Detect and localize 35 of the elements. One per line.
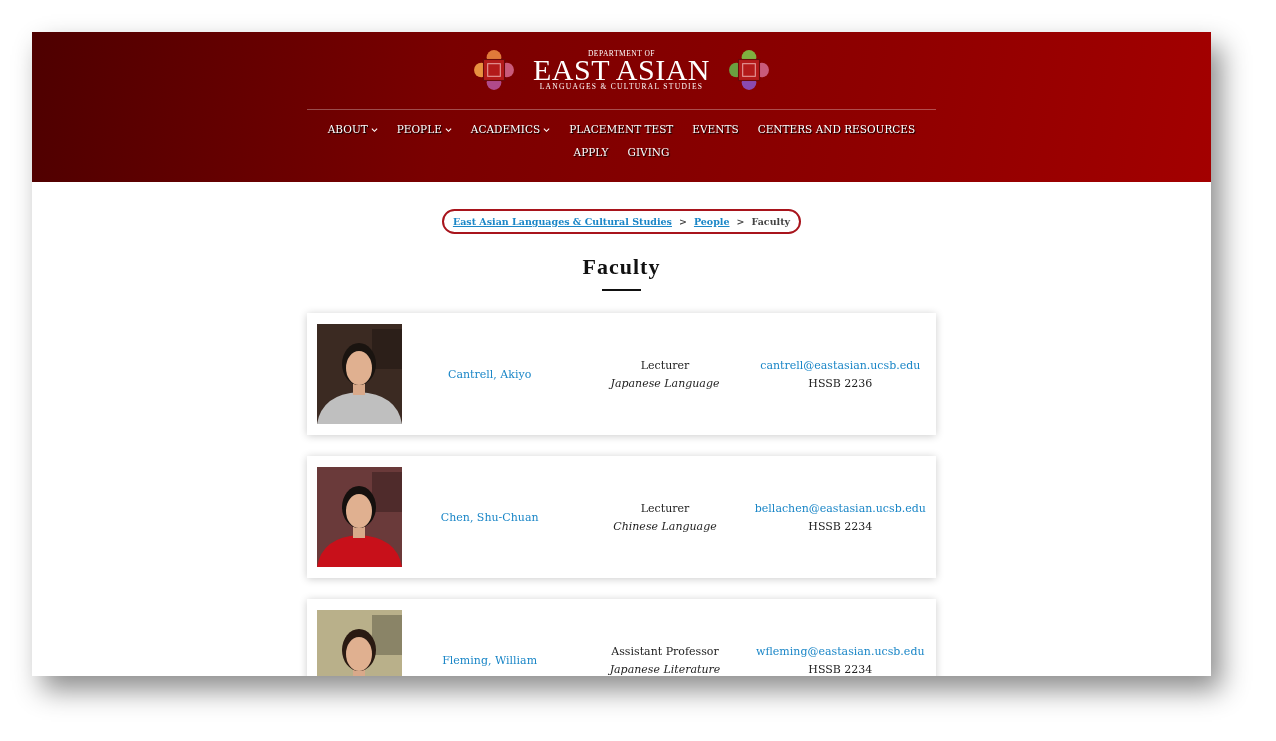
field-text: Japanese Language	[610, 376, 720, 390]
email-link[interactable]: cantrell@eastasian.ucsb.edu	[760, 358, 921, 372]
nav-link[interactable]: ABOUT	[327, 121, 378, 138]
email-link[interactable]: bellachen@eastasian.ucsb.edu	[754, 501, 926, 515]
breadcrumb-separator: >	[678, 216, 687, 227]
nav-link[interactable]: CENTERS AND RESOURCES	[757, 121, 916, 138]
chevron-down-icon	[444, 126, 452, 133]
page-title: Faculty	[582, 254, 661, 280]
nav-link[interactable]: APPLY	[573, 144, 609, 161]
emblem-icon	[473, 49, 515, 91]
office-text: HSSB 2234	[808, 519, 873, 533]
nav-link[interactable]: EVENTS	[692, 121, 739, 138]
office-text: HSSB 2234	[808, 662, 873, 676]
chevron-down-icon	[370, 126, 378, 133]
faculty-name-link[interactable]: Fleming, William	[442, 653, 538, 667]
nav-link[interactable]: PLACEMENT TEST	[569, 121, 674, 138]
position-text: Lecturer	[640, 358, 690, 372]
breadcrumb-link[interactable]: East Asian Languages & Cultural Studies	[452, 216, 672, 227]
position-text: Assistant Professor	[611, 644, 719, 658]
field-text: Japanese Literature	[609, 662, 721, 676]
emblem-icon	[728, 49, 770, 91]
breadcrumb-current: Faculty	[751, 216, 791, 227]
breadcrumb-link[interactable]: People	[693, 216, 730, 227]
field-text: Chinese Language	[613, 519, 717, 533]
logo-title: EAST ASIAN	[533, 57, 710, 83]
chevron-down-icon	[543, 126, 551, 133]
nav-link[interactable]: GIVING	[627, 144, 670, 161]
email-link[interactable]: wfleming@eastasian.ucsb.edu	[756, 644, 925, 658]
breadcrumb-separator: >	[736, 216, 745, 227]
nav-link[interactable]: PEOPLE	[396, 121, 452, 138]
nav-link[interactable]: ACADEMICS	[470, 121, 551, 138]
faculty-name-link[interactable]: Chen, Shu-Chuan	[440, 510, 539, 524]
faculty-name-link[interactable]: Cantrell, Akiyo	[448, 367, 532, 381]
office-text: HSSB 2236	[808, 376, 873, 390]
position-text: Lecturer	[640, 501, 690, 515]
